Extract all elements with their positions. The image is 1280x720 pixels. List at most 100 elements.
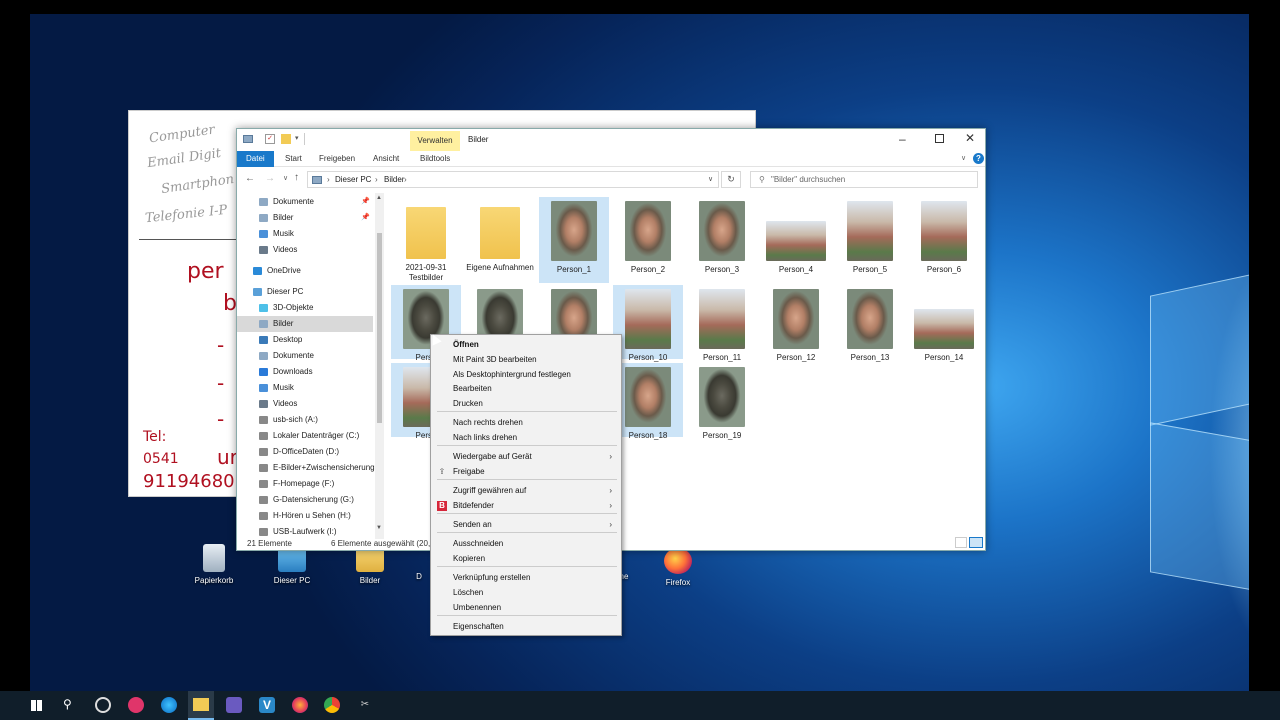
menu-item[interactable]: Bearbeiten: [453, 382, 618, 396]
menu-item[interactable]: Löschen: [453, 586, 618, 600]
back-arrow-icon[interactable]: ←: [245, 173, 255, 184]
image-file-item[interactable]: Person_6: [909, 197, 979, 283]
menu-item[interactable]: Nach rechts drehen: [453, 416, 618, 430]
up-arrow-icon[interactable]: ↑: [294, 172, 299, 183]
nav-item[interactable]: Desktop: [237, 332, 373, 348]
breadcrumb-this-pc[interactable]: Dieser PC: [335, 175, 371, 184]
nav-item[interactable]: USB-Laufwerk (I:): [237, 524, 373, 539]
tab-picture-tools[interactable]: Bildtools: [414, 151, 456, 167]
folder-item[interactable]: 2021-09-31 Testbilder: [391, 197, 461, 283]
image-file-item[interactable]: Person_13: [835, 285, 905, 362]
firefox-icon[interactable]: [292, 697, 308, 713]
app-icon[interactable]: [128, 697, 144, 713]
details-view-icon[interactable]: [955, 537, 967, 548]
address-bar[interactable]: › Dieser PC › Bilder › ∨: [307, 171, 719, 188]
close-button[interactable]: ✕: [965, 131, 975, 145]
nav-item[interactable]: G-Datensicherung (G:): [237, 492, 373, 508]
nav-item[interactable]: Bilder: [237, 316, 373, 332]
nav-item[interactable]: Lokaler Datenträger (C:): [237, 428, 373, 444]
menu-item[interactable]: Nach links drehen: [453, 431, 618, 445]
menu-item[interactable]: Freigabe ⇪: [439, 465, 618, 479]
tab-view[interactable]: Ansicht: [367, 151, 405, 167]
nav-item[interactable]: Musik: [237, 226, 373, 242]
nav-item[interactable]: F-Homepage (F:): [237, 476, 373, 492]
taskbar-explorer-active[interactable]: [188, 691, 214, 720]
windows-start-icon[interactable]: [31, 700, 42, 711]
menu-item[interactable]: Zugriff gewähren auf ›: [453, 484, 618, 498]
navigation-pane[interactable]: Dokumente 📌 Bilder 📌 Musik Videos OneDrive Dies…: [237, 193, 384, 539]
menu-item[interactable]: Eigenschaften: [453, 620, 618, 634]
image-file-item[interactable]: Person_11: [687, 285, 757, 362]
menu-item[interactable]: Mit Paint 3D bearbeiten: [453, 353, 618, 367]
chevron-down-icon[interactable]: ▾: [295, 134, 299, 142]
nav-item[interactable]: Dokumente 📌: [237, 194, 373, 210]
help-icon[interactable]: ?: [973, 153, 984, 164]
nav-item[interactable]: Dieser PC: [237, 284, 373, 300]
large-icons-view-icon[interactable]: [969, 537, 983, 548]
tab-file[interactable]: Datei: [237, 151, 274, 167]
scroll-down-icon[interactable]: ▼: [376, 525, 382, 531]
menu-item[interactable]: Drucken: [453, 397, 618, 411]
menu-item[interactable]: Verknüpfung erstellen: [453, 571, 618, 585]
menu-item[interactable]: Ausschneiden: [453, 537, 618, 551]
desktop-icon-pictures[interactable]: Bilder: [340, 548, 400, 585]
tab-share[interactable]: Freigeben: [313, 151, 361, 167]
edge-icon[interactable]: [161, 697, 177, 713]
nav-item[interactable]: Downloads: [237, 364, 373, 380]
nav-item[interactable]: H-Hören u Sehen (H:): [237, 508, 373, 524]
image-file-item[interactable]: Person_5: [835, 197, 905, 283]
image-file-item[interactable]: Person_3: [687, 197, 757, 283]
search-icon[interactable]: ⚲: [63, 697, 72, 711]
desktop-icon-recycle-bin[interactable]: Papierkorb: [184, 544, 244, 585]
chevron-down-icon[interactable]: ∨: [961, 154, 966, 162]
desktop-icon-firefox[interactable]: Firefox: [648, 548, 708, 587]
image-file-item[interactable]: Person_4: [761, 197, 831, 283]
menu-item[interactable]: Kopieren: [453, 552, 618, 566]
scroll-up-icon[interactable]: ▲: [376, 195, 382, 201]
nav-item[interactable]: Bilder 📌: [237, 210, 373, 226]
scrollbar-thumb[interactable]: [377, 233, 382, 423]
nav-item[interactable]: 3D-Objekte: [237, 300, 373, 316]
nav-scrollbar[interactable]: ▲ ▼: [375, 193, 384, 539]
title-bar[interactable]: ✓ ▾ Verwalten Bilder – ✕: [237, 129, 985, 151]
refresh-button[interactable]: ↻: [721, 171, 741, 188]
nav-item[interactable]: OneDrive: [237, 263, 373, 279]
menu-item[interactable]: Als Desktophintergrund festlegen: [453, 368, 618, 382]
image-file-item[interactable]: Person_19: [687, 363, 757, 440]
nav-item[interactable]: Videos: [237, 242, 373, 258]
nav-item[interactable]: E-Bilder+Zwischensicherung: [237, 460, 375, 476]
menu-item[interactable]: Bitdefender › B: [437, 499, 618, 513]
image-file-item[interactable]: Person_12: [761, 285, 831, 362]
recent-locations-icon[interactable]: ∨: [283, 174, 288, 182]
properties-icon[interactable]: ✓: [265, 134, 275, 144]
menu-item[interactable]: Öffnen: [453, 338, 618, 352]
new-folder-icon[interactable]: [281, 134, 291, 144]
image-file-item[interactable]: Person_10: [613, 285, 683, 362]
tab-manage[interactable]: Verwalten: [410, 131, 460, 151]
nav-item[interactable]: Musik: [237, 380, 373, 396]
context-menu[interactable]: Öffnen Mit Paint 3D bearbeiten Als Desktop…: [430, 334, 622, 636]
chevron-down-icon[interactable]: ∨: [708, 175, 713, 183]
menu-item[interactable]: Umbenennen: [453, 601, 618, 615]
chrome-icon[interactable]: [324, 697, 340, 713]
task-view-icon[interactable]: [95, 697, 111, 713]
snipping-tool-icon[interactable]: ✂: [357, 697, 373, 713]
nav-item[interactable]: Dokumente: [237, 348, 373, 364]
tab-start[interactable]: Start: [279, 151, 308, 167]
image-file-item[interactable]: Person_1: [539, 197, 609, 283]
menu-item[interactable]: Wiedergabe auf Gerät ›: [453, 450, 618, 464]
image-file-item[interactable]: Person_14: [909, 285, 979, 362]
nav-item[interactable]: D-OfficeDaten (D:): [237, 444, 373, 460]
save-icon[interactable]: [226, 697, 242, 713]
desktop-icon-this-pc[interactable]: Dieser PC: [262, 548, 322, 585]
nav-item[interactable]: Videos: [237, 396, 373, 412]
forward-arrow-icon[interactable]: →: [265, 173, 275, 184]
nav-item[interactable]: usb-sich (A:): [237, 412, 373, 428]
image-file-item[interactable]: Person_18: [613, 363, 683, 440]
image-file-item[interactable]: Person_2: [613, 197, 683, 283]
breadcrumb-pictures[interactable]: Bilder: [384, 175, 404, 184]
search-input[interactable]: ⚲ "Bilder" durchsuchen: [750, 171, 978, 188]
v-app-icon[interactable]: V: [259, 697, 275, 713]
maximize-button[interactable]: [935, 134, 944, 143]
folder-item[interactable]: Eigene Aufnahmen: [465, 197, 535, 283]
